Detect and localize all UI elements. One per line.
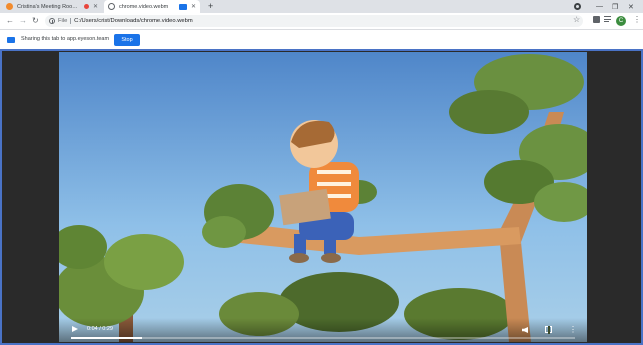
sharing-message: Sharing this tab to app.eyeson.team (21, 36, 110, 42)
close-tab-icon[interactable]: ✕ (93, 3, 98, 10)
browser-window: Cristina's Meeting Room | e ✕ chrome.vid… (0, 0, 643, 345)
sharing-infobar: Sharing this tab to app.eyeson.team Stop (0, 29, 643, 49)
stop-sharing-button[interactable]: Stop (114, 34, 140, 46)
close-tab-icon[interactable]: ✕ (191, 3, 196, 10)
video-frame (59, 52, 587, 342)
bookmark-star-icon[interactable]: ☆ (573, 14, 580, 26)
restore-button[interactable]: ❐ (612, 0, 618, 13)
page-content: 0:04 / 0:29 ⋮ (0, 49, 643, 345)
kebab-menu-icon[interactable]: ⋮ (633, 14, 641, 26)
seek-bar[interactable] (71, 337, 575, 339)
volume-icon[interactable] (522, 327, 528, 333)
recording-dot-icon (83, 4, 89, 9)
avatar[interactable]: C (616, 16, 626, 26)
tab-search-icon[interactable] (574, 3, 581, 10)
back-arrow-icon[interactable]: ← (6, 15, 14, 27)
url-separator (70, 18, 72, 24)
info-icon[interactable] (49, 18, 55, 24)
fullscreen-icon[interactable] (545, 325, 552, 334)
url-text[interactable]: C:/Users/crist/Downloads/chrome.video.we… (74, 18, 193, 24)
tab-meeting-room[interactable]: Cristina's Meeting Room | e ✕ (2, 0, 102, 13)
tab-title: chrome.video.webm (119, 3, 169, 10)
play-icon[interactable] (72, 326, 78, 332)
screen-share-icon (7, 37, 15, 43)
reload-icon[interactable]: ↻ (32, 15, 39, 27)
globe-favicon-icon (108, 3, 115, 10)
media-control-icon[interactable] (604, 16, 611, 23)
time-display: 0:04 / 0:29 (87, 326, 113, 332)
address-bar[interactable]: File C:/Users/crist/Downloads/chrome.vid… (45, 15, 583, 27)
seek-bar-progress (71, 337, 142, 339)
more-options-icon[interactable]: ⋮ (569, 325, 577, 334)
new-tab-button[interactable]: + (208, 1, 213, 12)
tab-sharing-icon (178, 3, 187, 10)
tab-strip: Cristina's Meeting Room | e ✕ chrome.vid… (0, 0, 643, 13)
forward-arrow-icon[interactable]: → (19, 15, 27, 27)
video-player[interactable]: 0:04 / 0:29 ⋮ (59, 52, 587, 342)
tab-chrome-video[interactable]: chrome.video.webm ✕ (104, 0, 200, 13)
minimize-button[interactable]: — (596, 0, 603, 13)
video-controls: 0:04 / 0:29 ⋮ (59, 318, 587, 342)
tab-title: Cristina's Meeting Room | e (17, 3, 80, 10)
eyeson-favicon-icon (6, 3, 13, 10)
toolbar: ← → ↻ File C:/Users/crist/Downloads/chro… (0, 13, 643, 29)
url-scheme: File (58, 18, 68, 24)
close-window-button[interactable]: ✕ (628, 0, 634, 13)
puzzle-icon[interactable] (593, 16, 600, 23)
